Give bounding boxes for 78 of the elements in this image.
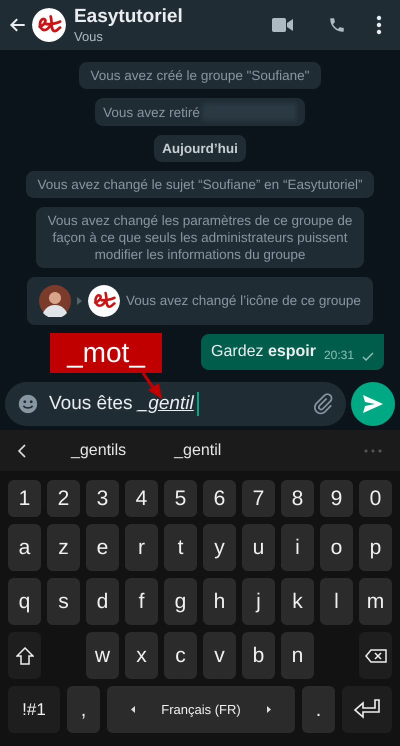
left-arrow-icon bbox=[131, 706, 136, 713]
emoji-icon[interactable] bbox=[17, 393, 39, 415]
phone-icon[interactable] bbox=[328, 16, 346, 34]
check-icon bbox=[362, 352, 374, 362]
key[interactable]: o bbox=[320, 524, 353, 571]
key[interactable]: z bbox=[47, 524, 80, 571]
key[interactable]: l bbox=[320, 578, 353, 625]
key[interactable]: e bbox=[86, 524, 119, 571]
backspace-key[interactable] bbox=[359, 632, 392, 679]
key[interactable]: 9 bbox=[320, 480, 353, 517]
send-icon bbox=[363, 395, 383, 413]
text-cursor bbox=[196, 392, 199, 416]
key[interactable]: 0 bbox=[359, 480, 392, 517]
message-input[interactable]: Vous êtes _gentil bbox=[5, 382, 346, 426]
key[interactable]: u bbox=[242, 524, 275, 571]
key[interactable]: 2 bbox=[47, 480, 80, 517]
shift-key[interactable] bbox=[8, 632, 41, 679]
key[interactable]: x bbox=[125, 632, 158, 679]
key[interactable]: 1 bbox=[8, 480, 41, 517]
system-message: Vous avez créé le groupe "Soufiane" bbox=[78, 62, 322, 89]
key[interactable]: a bbox=[8, 524, 41, 571]
suggestion[interactable]: _gentils bbox=[71, 438, 126, 462]
key[interactable]: i bbox=[281, 524, 314, 571]
key[interactable]: y bbox=[203, 524, 236, 571]
key[interactable]: f bbox=[125, 578, 158, 625]
video-call-icon[interactable] bbox=[272, 17, 294, 33]
comma-key[interactable]: , bbox=[67, 686, 100, 733]
avatar bbox=[39, 285, 71, 317]
key[interactable]: c bbox=[164, 632, 197, 679]
key[interactable]: b bbox=[242, 632, 275, 679]
logo-icon bbox=[32, 8, 66, 42]
send-button[interactable] bbox=[351, 382, 395, 426]
key[interactable]: p bbox=[359, 524, 392, 571]
chat-title[interactable]: Easytutoriel bbox=[74, 5, 272, 29]
key[interactable]: n bbox=[281, 632, 314, 679]
space-key[interactable]: Français (FR) bbox=[107, 686, 295, 733]
key[interactable]: 6 bbox=[203, 480, 236, 517]
logo-icon bbox=[88, 285, 120, 317]
system-message: Vous avez changé l’icône de ce groupe bbox=[126, 292, 361, 310]
key[interactable]: 8 bbox=[281, 480, 314, 517]
chevron-icon bbox=[77, 297, 82, 305]
key[interactable]: r bbox=[125, 524, 158, 571]
message-text: Gardez espoir bbox=[211, 342, 316, 362]
period-key[interactable]: . bbox=[302, 686, 335, 733]
key[interactable]: 5 bbox=[164, 480, 197, 517]
key[interactable]: g bbox=[164, 578, 197, 625]
key[interactable]: t bbox=[164, 524, 197, 571]
key[interactable]: 4 bbox=[125, 480, 158, 517]
date-chip: Aujourd’hui bbox=[154, 135, 246, 162]
key[interactable]: w bbox=[86, 632, 119, 679]
collapse-icon[interactable] bbox=[18, 444, 26, 458]
key[interactable]: h bbox=[203, 578, 236, 625]
system-message: Vous avez changé le sujet “Soufiane” en “Easytutoriel” bbox=[26, 171, 374, 198]
key[interactable]: s bbox=[47, 578, 80, 625]
key[interactable]: d bbox=[86, 578, 119, 625]
backspace-icon bbox=[364, 648, 386, 662]
key[interactable]: j bbox=[242, 578, 275, 625]
enter-icon bbox=[353, 698, 381, 720]
shift-icon bbox=[16, 646, 34, 664]
key[interactable]: k bbox=[281, 578, 314, 625]
chat-subtitle: Vous bbox=[74, 28, 104, 45]
more-options-icon[interactable] bbox=[376, 15, 382, 35]
key[interactable]: m bbox=[359, 578, 392, 625]
enter-key[interactable] bbox=[342, 686, 392, 733]
key[interactable]: q bbox=[8, 578, 41, 625]
system-message: Vous avez retiré bbox=[103, 104, 200, 120]
key[interactable]: v bbox=[203, 632, 236, 679]
group-avatar[interactable] bbox=[32, 8, 66, 42]
paperclip-icon[interactable] bbox=[312, 393, 334, 415]
callout-label: _mot_ bbox=[50, 333, 162, 373]
right-arrow-icon bbox=[266, 706, 271, 713]
suggestion[interactable]: _gentil bbox=[174, 438, 222, 462]
message-text: Vous êtes _gentil bbox=[49, 392, 194, 416]
key[interactable]: 3 bbox=[86, 480, 119, 517]
key[interactable]: 7 bbox=[242, 480, 275, 517]
system-message: Vous avez changé les paramètres de ce groupe de façon à ce que seuls les administrateurs puissent modifier les informations du groupe bbox=[36, 207, 364, 268]
message-time: 20:31 bbox=[324, 347, 354, 364]
symbols-key[interactable]: !#1 bbox=[8, 686, 60, 733]
